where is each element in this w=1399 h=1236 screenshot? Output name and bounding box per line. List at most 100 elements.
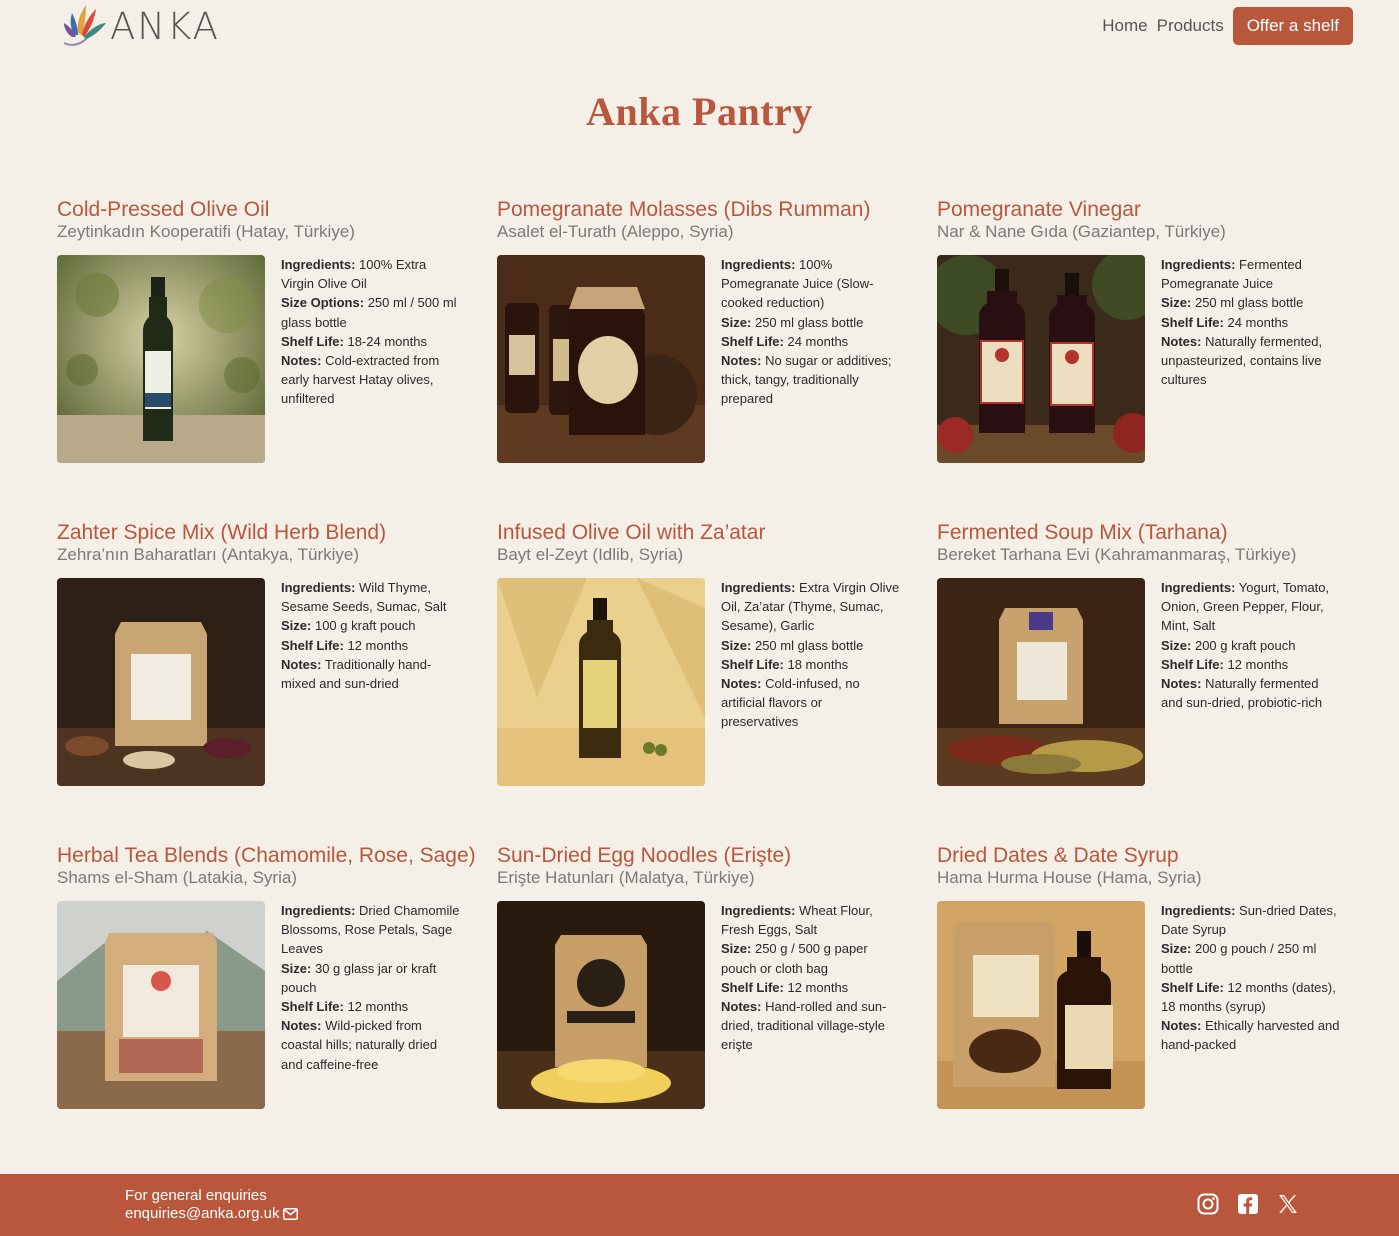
product-name: Sun-Dried Egg Noodles (Erişte) xyxy=(497,844,792,867)
shelf-life-value: 12 months xyxy=(347,637,409,653)
size-label: Size: xyxy=(1161,941,1192,957)
size-value: 250 ml glass bottle xyxy=(1194,295,1304,311)
product-details: Ingredients: 100% Extra Virgin Olive Oil… xyxy=(281,255,461,409)
shelf-life-label: Shelf Life: xyxy=(281,637,344,653)
shelf-life-value: 24 months xyxy=(787,333,849,349)
notes-label: Notes: xyxy=(281,353,322,369)
product-name: Infused Olive Oil with Za’atar xyxy=(497,521,766,544)
site-header: ANKA Home Products Offer a shelf xyxy=(0,0,1399,56)
ingredients-label: Ingredients: xyxy=(721,257,796,272)
shelf-life-label: Shelf Life: xyxy=(721,656,784,672)
shelf-life-value: 24 months xyxy=(1227,314,1289,330)
product-name: Pomegranate Vinegar xyxy=(937,198,1141,221)
shelf-life-label: Shelf Life: xyxy=(281,333,344,349)
notes-label: Notes: xyxy=(1161,1018,1202,1034)
product-card: Sun-Dried Egg Noodles (Erişte) Erişte Ha… xyxy=(497,844,927,1124)
social-links xyxy=(1179,1193,1299,1215)
ingredients-label: Ingredients: xyxy=(1161,903,1236,918)
size-label: Size Options: xyxy=(281,295,365,311)
product-producer: Hama Hurma House (Hama, Syria) xyxy=(937,868,1202,887)
shelf-life-value: 12 months xyxy=(347,999,409,1015)
product-name: Fermented Soup Mix (Tarhana) xyxy=(937,521,1228,544)
shelf-life-label: Shelf Life: xyxy=(1161,314,1224,330)
size-value: 100 g kraft pouch xyxy=(314,618,416,634)
email-text[interactable]: enquiries@anka.org.uk xyxy=(125,1205,279,1223)
size-label: Size: xyxy=(721,941,752,957)
ingredients-label: Ingredients: xyxy=(721,903,796,918)
product-details: Ingredients: Yogurt, Tomato, Onion, Gree… xyxy=(1161,578,1341,712)
product-card: Pomegranate Molasses (Dibs Rumman) Asale… xyxy=(497,198,927,478)
product-details: Ingredients: Extra Virgin Olive Oil, Za’… xyxy=(721,578,901,732)
notes-label: Notes: xyxy=(281,656,322,672)
email-link[interactable]: enquiries@anka.org.uk xyxy=(125,1205,299,1223)
logo-text: ANKA xyxy=(110,4,220,48)
page-title: Anka Pantry xyxy=(586,89,813,134)
product-details: Ingredients: Fermented Pomegranate Juice… xyxy=(1161,255,1341,389)
product-producer: Zehra’nın Baharatları (Antakya, Türkiye) xyxy=(57,545,360,564)
product-card: Pomegranate Vinegar Nar & Nane Gıda (Gaz… xyxy=(937,198,1367,478)
ingredients-label: Ingredients: xyxy=(1161,257,1236,272)
x-icon[interactable] xyxy=(1277,1193,1299,1215)
site-footer: For general enquiries enquiries@anka.org… xyxy=(0,1174,1399,1236)
shelf-life-value: 12 months xyxy=(787,979,849,995)
instagram-icon[interactable] xyxy=(1197,1193,1219,1215)
size-value: 250 ml glass bottle xyxy=(754,314,864,330)
nav-products-link[interactable]: Products xyxy=(1157,16,1224,36)
product-card: Dried Dates & Date Syrup Hama Hurma Hous… xyxy=(937,844,1367,1124)
facebook-icon[interactable] xyxy=(1237,1193,1259,1215)
size-value: 200 g kraft pouch xyxy=(1194,637,1296,653)
product-image xyxy=(497,255,705,463)
product-name: Cold-Pressed Olive Oil xyxy=(57,198,270,221)
shelf-life-label: Shelf Life: xyxy=(281,999,344,1015)
size-label: Size: xyxy=(1161,295,1192,311)
product-name: Pomegranate Molasses (Dibs Rumman) xyxy=(497,198,871,221)
notes-label: Notes: xyxy=(721,676,762,692)
product-details: Ingredients: Dried Chamomile Blossoms, R… xyxy=(281,901,461,1074)
ingredients-label: Ingredients: xyxy=(721,580,796,595)
product-image xyxy=(497,578,705,786)
ingredients-label: Ingredients: xyxy=(1161,580,1236,595)
size-value: 250 ml glass bottle xyxy=(754,637,864,653)
notes-label: Notes: xyxy=(721,999,762,1015)
product-image xyxy=(937,255,1145,463)
product-producer: Erişte Hatunları (Malatya, Türkiye) xyxy=(497,868,755,887)
product-producer: Bayt el-Zeyt (Idlib, Syria) xyxy=(497,545,684,564)
notes-label: Notes: xyxy=(1161,676,1202,692)
shelf-life-value: 18-24 months xyxy=(347,333,427,349)
product-card: Fermented Soup Mix (Tarhana) Bereket Tar… xyxy=(937,521,1367,801)
envelope-icon xyxy=(283,1208,299,1220)
product-details: Ingredients: 100% Pomegranate Juice (Slo… xyxy=(721,255,901,409)
product-name: Zahter Spice Mix (Wild Herb Blend) xyxy=(57,521,387,544)
footer-contact: For general enquiries enquiries@anka.org… xyxy=(125,1187,299,1223)
product-details: Ingredients: Wild Thyme, Sesame Seeds, S… xyxy=(281,578,461,693)
shelf-life-value: 12 months xyxy=(1227,656,1289,672)
product-image xyxy=(937,901,1145,1109)
product-card: Zahter Spice Mix (Wild Herb Blend) Zehra… xyxy=(57,521,487,801)
logo[interactable]: ANKA xyxy=(60,3,220,49)
product-image xyxy=(57,255,265,463)
product-card: Infused Olive Oil with Za’atar Bayt el-Z… xyxy=(497,521,927,801)
product-producer: Bereket Tarhana Evi (Kahramanmaraş, Türk… xyxy=(937,545,1297,564)
shelf-life-label: Shelf Life: xyxy=(721,333,784,349)
product-producer: Nar & Nane Gıda (Gaziantep, Türkiye) xyxy=(937,222,1226,241)
product-name: Dried Dates & Date Syrup xyxy=(937,844,1179,867)
notes-label: Notes: xyxy=(721,353,762,369)
product-image xyxy=(57,578,265,786)
enquiries-label: For general enquiries xyxy=(125,1187,267,1204)
phoenix-logo-icon xyxy=(63,5,106,46)
product-details: Ingredients: Wheat Flour, Fresh Eggs, Sa… xyxy=(721,901,901,1055)
product-producer: Asalet el-Turath (Aleppo, Syria) xyxy=(497,222,734,241)
ingredients-label: Ingredients: xyxy=(281,257,356,272)
product-name: Herbal Tea Blends (Chamomile, Rose, Sage… xyxy=(57,844,476,867)
product-card: Cold-Pressed Olive Oil Zeytinkadın Koope… xyxy=(57,198,487,478)
ingredients-label: Ingredients: xyxy=(281,903,356,918)
offer-a-shelf-button[interactable]: Offer a shelf xyxy=(1232,7,1353,45)
product-image xyxy=(57,901,265,1109)
size-label: Size: xyxy=(281,960,312,976)
shelf-life-label: Shelf Life: xyxy=(1161,979,1224,995)
nav-home-link[interactable]: Home xyxy=(1102,16,1147,36)
product-image xyxy=(497,901,705,1109)
shelf-life-label: Shelf Life: xyxy=(721,979,784,995)
product-producer: Shams el-Sham (Latakia, Syria) xyxy=(57,868,297,887)
size-label: Size: xyxy=(721,314,752,330)
